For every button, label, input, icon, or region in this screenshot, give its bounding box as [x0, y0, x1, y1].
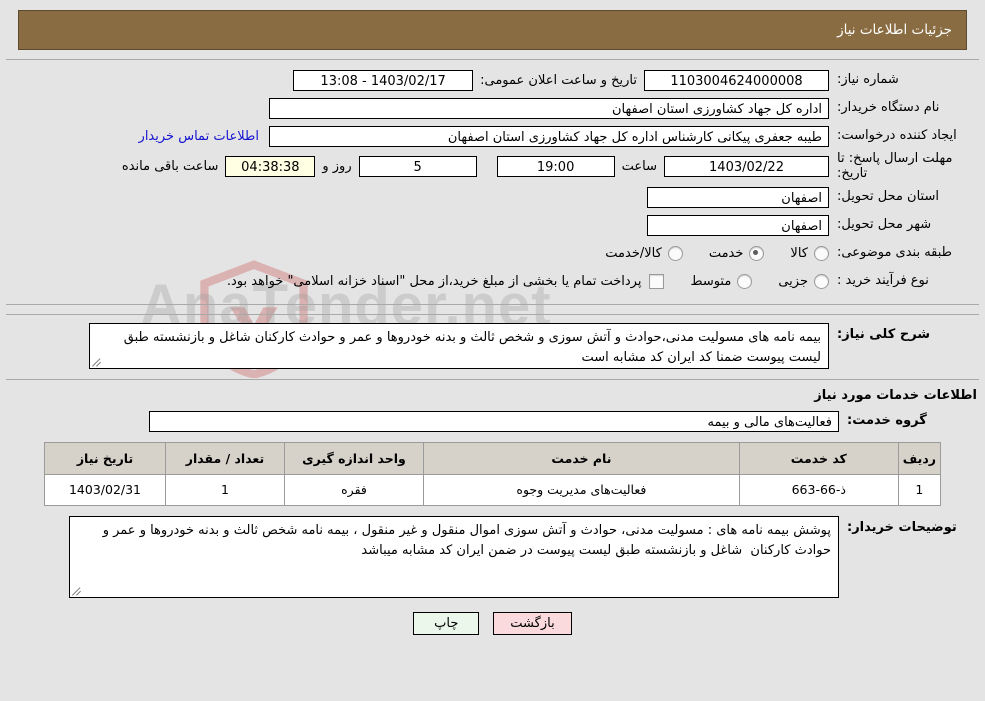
deadline-time-value: 19:00 [496, 156, 615, 178]
radio-process-motevaset[interactable]: متوسط [690, 273, 753, 289]
need-number-label: شماره نیاز: [837, 72, 899, 88]
radio-category-kala-khedmat[interactable]: کالا/خدمت [605, 245, 683, 261]
cell-index: 1 [897, 473, 942, 506]
print-button[interactable]: چاپ [413, 611, 480, 635]
radio-category-kala[interactable]: کالا [790, 245, 829, 261]
checkbox-islamic-treasury[interactable]: پرداخت تمام یا بخشی از مبلغ خرید،از محل … [226, 273, 665, 289]
services-table: ردیف کد خدمت نام خدمت واحد اندازه گیری ت… [44, 441, 942, 506]
table-header-row: ردیف کد خدمت نام خدمت واحد اندازه گیری ت… [44, 441, 942, 475]
radio-category-khedmat-label: خدمت [708, 245, 744, 261]
back-button[interactable]: بازگشت [493, 611, 572, 635]
col-need-date: تاریخ نیاز [44, 441, 166, 475]
checkbox-islamic-treasury-label: پرداخت تمام یا بخشی از مبلغ خرید،از محل … [226, 273, 642, 289]
buyer-notes-textarea[interactable]: پوشش بیمه نامه های : مسولیت مدنی، حوادث … [69, 515, 839, 598]
radio-category-kala-label: کالا [790, 245, 808, 261]
category-label: طبقه بندی موضوعی: [837, 245, 953, 261]
col-unit: واحد اندازه گیری [284, 441, 424, 475]
radio-category-kala-khedmat-label: کالا/خدمت [605, 245, 662, 261]
checkbox-icon[interactable] [649, 273, 665, 289]
general-need-text: بیمه نامه های مسولیت مدنی،حوادث و آتش سو… [119, 329, 821, 366]
creator-value: طیبه جعفری پیکانی کارشناس اداره کل جهاد … [269, 126, 829, 147]
process-label: نوع فرآیند خرید : [837, 273, 929, 289]
radio-dot-icon[interactable] [814, 273, 829, 289]
public-announce-value: 13:08 - 1403/02/17 [293, 70, 474, 91]
row-need-number: شماره نیاز: 1103004624000008 تاریخ و ساع… [16, 68, 969, 93]
row-buyer-org: نام دستگاه خریدار: اداره کل جهاد کشاورزی… [16, 96, 969, 121]
resize-grip-icon[interactable] [72, 586, 82, 596]
buyer-notes-label: توضیحات خریدار: [847, 519, 957, 535]
service-group-label: گروه خدمت: [847, 413, 927, 429]
city-value: اصفهان [647, 214, 829, 236]
radio-dot-selected-icon[interactable] [749, 245, 765, 261]
need-summary-panel: شماره نیاز: 1103004624000008 تاریخ و ساع… [6, 59, 979, 305]
cell-quantity: 1 [165, 473, 285, 506]
services-table-wrapper: ردیف کد خدمت نام خدمت واحد اندازه گیری ت… [44, 441, 942, 506]
radio-dot-icon[interactable] [667, 245, 683, 261]
remaining-days-label: روز و [322, 159, 352, 175]
row-response-deadline: مهلت ارسال پاسخ: تا تاریخ: 1403/02/22 سا… [16, 151, 969, 182]
deadline-hour-label: ساعت [621, 159, 657, 175]
row-delivery-province: استان محل تحویل: اصفهان [16, 185, 969, 210]
service-group-value: فعالیت‌های مالی و بیمه [149, 410, 839, 432]
category-radio-group: کالا خدمت کالا/خدمت [579, 245, 829, 261]
need-number-value: 1103004624000008 [644, 70, 829, 91]
general-need-textarea[interactable]: بیمه نامه های مسولیت مدنی،حوادث و آتش سو… [89, 322, 829, 369]
page-title: جزئیات اطلاعات نیاز [837, 22, 952, 38]
creator-label: ایجاد کننده درخواست: [837, 128, 957, 144]
remaining-time-value: 04:38:38 [225, 156, 316, 178]
services-section: اطلاعات خدمات مورد نیاز گروه خدمت: فعالی… [6, 380, 979, 506]
public-announce-label: تاریخ و ساعت اعلان عمومی: [480, 73, 637, 88]
row-delivery-city: شهر محل تحویل: اصفهان [16, 213, 969, 238]
row-general-need: شرح کلی نیاز: بیمه نامه های مسولیت مدنی،… [16, 322, 969, 369]
general-need-panel: شرح کلی نیاز: بیمه نامه های مسولیت مدنی،… [6, 313, 979, 380]
city-label: شهر محل تحویل: [837, 217, 932, 233]
row-request-creator: ایجاد کننده درخواست: طیبه جعفری پیکانی ک… [16, 124, 969, 149]
row-subject-category: طبقه بندی موضوعی: کالا خدمت کالا/خدمت [16, 241, 969, 266]
col-service-name: نام خدمت [423, 441, 740, 475]
radio-dot-icon[interactable] [814, 245, 829, 261]
buyer-notes-panel: توضیحات خریدار: پوشش بیمه نامه های : مسو… [6, 515, 979, 598]
row-buyer-notes: توضیحات خریدار: پوشش بیمه نامه های : مسو… [6, 515, 979, 598]
buyer-notes-text: پوشش بیمه نامه های : مسولیت مدنی، حوادث … [98, 522, 831, 559]
buyer-org-value: اداره کل جهاد کشاورزی استان اصفهان [269, 98, 829, 119]
col-service-code: کد خدمت [738, 441, 899, 475]
remaining-days-value: 5 [358, 156, 477, 178]
cell-service-name: فعالیت‌های مدیریت وجوه [423, 473, 740, 506]
page-header: جزئیات اطلاعات نیاز [18, 10, 967, 50]
process-radio-group: جزیی متوسط پرداخت تمام یا بخشی از مبلغ خ… [226, 273, 829, 289]
col-quantity: تعداد / مقدار [165, 441, 285, 475]
services-section-heading: اطلاعات خدمات مورد نیاز [814, 387, 977, 403]
radio-process-jozei-label: جزیی [778, 273, 808, 289]
province-value: اصفهان [647, 186, 829, 208]
general-need-label: شرح کلی نیاز: [837, 326, 931, 342]
cell-service-code: ذ-66-663 [738, 473, 899, 506]
buyer-contact-link[interactable]: اطلاعات تماس خریدار [129, 129, 269, 144]
cell-unit: فقره [284, 473, 424, 506]
row-purchase-process: نوع فرآیند خرید : جزیی متوسط پرداخت تمام… [16, 269, 969, 294]
province-label: استان محل تحویل: [837, 189, 939, 205]
radio-dot-icon[interactable] [737, 273, 753, 289]
cell-need-date: 1403/02/31 [44, 473, 166, 506]
col-index: ردیف [897, 441, 942, 475]
table-row: 1 ذ-66-663 فعالیت‌های مدیریت وجوه فقره 1… [44, 473, 942, 506]
radio-process-jozei[interactable]: جزیی [778, 273, 829, 289]
footer-button-bar: بازگشت چاپ [0, 611, 985, 635]
row-service-group: گروه خدمت: فعالیت‌های مالی و بیمه [6, 409, 979, 434]
deadline-date-value: 1403/02/22 [664, 156, 829, 178]
deadline-label: مهلت ارسال پاسخ: تا تاریخ: [837, 151, 953, 181]
radio-process-motevaset-label: متوسط [690, 273, 732, 289]
radio-category-khedmat[interactable]: خدمت [708, 245, 765, 261]
buyer-org-label: نام دستگاه خریدار: [837, 100, 940, 116]
remaining-time-label: ساعت باقی مانده [121, 159, 219, 175]
